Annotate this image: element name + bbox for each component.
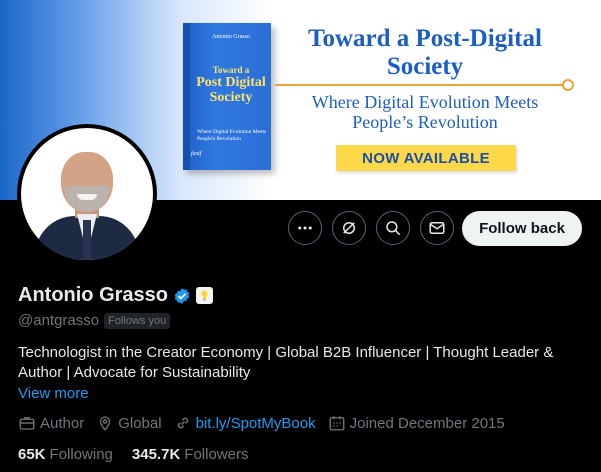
bio: Technologist in the Creator Economy | Gl… <box>18 344 554 381</box>
message-button[interactable] <box>420 211 454 245</box>
search-button[interactable] <box>376 211 410 245</box>
book-author: Antonio Grasso <box>212 34 250 40</box>
meta-link[interactable]: bit.ly/SpotMyBook <box>174 414 316 432</box>
message-icon <box>429 222 445 234</box>
meta-category: Author <box>18 414 84 432</box>
publisher-mark: fastf <box>191 151 202 157</box>
book-spine <box>183 23 190 170</box>
briefcase-icon <box>19 417 35 430</box>
category-label: Author <box>40 414 85 432</box>
lightbulb-icon <box>201 290 208 301</box>
calendar-icon <box>329 416 345 431</box>
website-link[interactable]: bit.ly/SpotMyBook <box>196 415 316 432</box>
followers-label: Followers <box>184 446 249 463</box>
affiliate-badge[interactable] <box>196 287 214 304</box>
location-pin-icon <box>100 416 111 431</box>
book-title: Post Digital Society <box>196 75 266 105</box>
banner-tagline: Where Digital Evolution Meets People’s R… <box>311 92 539 132</box>
grok-icon <box>343 222 355 234</box>
search-icon <box>386 221 401 236</box>
meta-joined: Joined December 2015 <box>328 414 505 432</box>
more-icon <box>298 226 312 230</box>
avatar[interactable] <box>17 124 157 264</box>
follow-back-button[interactable]: Follow back <box>462 211 582 246</box>
banner-rule-dot <box>562 79 574 91</box>
location-label: Global <box>118 414 162 432</box>
following-count: 65K <box>18 446 46 463</box>
followers-link[interactable]: 345.7K Followers <box>132 446 268 463</box>
meta-location: Global <box>96 414 162 432</box>
now-available-badge: NOW AVAILABLE <box>336 145 516 171</box>
display-name: Antonio Grasso <box>18 284 169 306</box>
book-title-small: Toward a <box>212 65 250 75</box>
verified-badge-icon[interactable] <box>173 287 191 305</box>
more-button[interactable] <box>288 211 322 245</box>
profile-meta: Author Global bit.ly/SpotMyBook Joined D… <box>18 414 517 432</box>
follows-you-badge: Follows you <box>104 312 171 329</box>
handle-row: @antgrasso Follows you <box>18 312 171 329</box>
joined-label: Joined December 2015 <box>349 414 505 432</box>
handle: @antgrasso <box>18 312 100 329</box>
book-subtitle: Where Digital Evolution Meets People's R… <box>197 129 267 142</box>
avatar-photo <box>21 128 153 260</box>
followers-count: 345.7K <box>131 446 181 463</box>
following-link[interactable]: 65K Following <box>18 446 132 463</box>
following-label: Following <box>49 446 113 463</box>
banner-rule <box>275 84 565 86</box>
link-icon <box>177 417 188 429</box>
name-row: Antonio Grasso <box>18 284 214 307</box>
view-more-link[interactable]: View more <box>18 385 89 402</box>
banner-headline: Toward a Post-Digital Society <box>308 25 542 80</box>
book-cover: Antonio Grasso Toward a Post Digital Soc… <box>183 23 271 170</box>
follow-stats: 65K Following 345.7K Followers <box>18 446 267 463</box>
grok-button[interactable] <box>332 211 366 245</box>
